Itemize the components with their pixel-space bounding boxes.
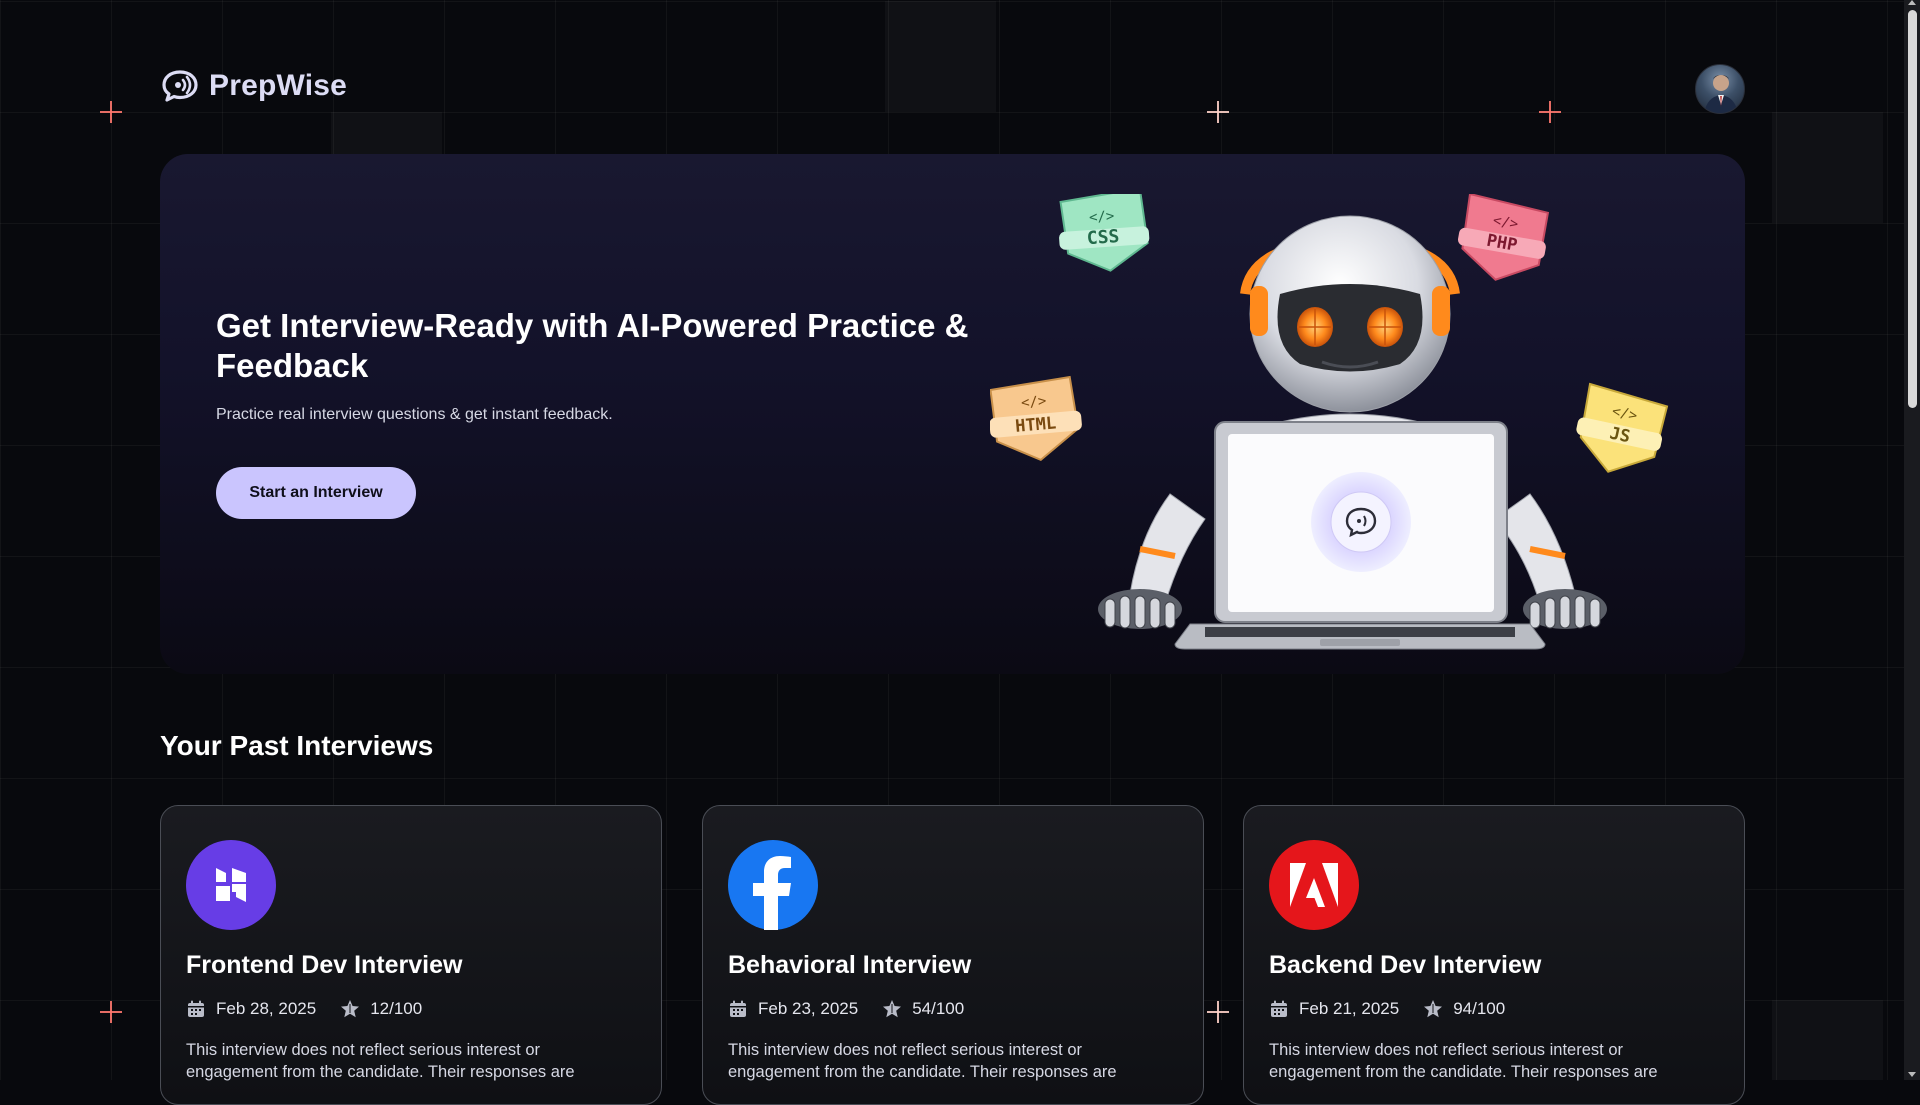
interview-meta: Feb 28, 2025 12/100	[186, 999, 446, 1019]
scroll-up-arrow-icon[interactable]	[1908, 0, 1916, 5]
calendar-icon	[188, 1000, 204, 1017]
interview-score: 94/100	[1423, 999, 1505, 1019]
interview-score-text: 94/100	[1453, 999, 1506, 1018]
calendar-icon	[1271, 1000, 1287, 1017]
hero-banner: Get Interview-Ready with AI-Powered Prac…	[160, 154, 1745, 674]
past-interviews-list: Frontend Dev Interview Feb 28, 2025 12/1…	[160, 805, 1745, 1105]
css-badge-icon: CSS </>	[1059, 194, 1150, 272]
interview-score-text: 12/100	[370, 999, 423, 1018]
adobe-logo-icon	[1269, 840, 1359, 930]
interview-title: Frontend Dev Interview	[186, 951, 463, 979]
interview-description: This interview does not reflect serious …	[186, 1041, 575, 1081]
svg-text:JS: JS	[1608, 423, 1632, 447]
brand-name: PrepWise	[209, 69, 348, 102]
star-icon	[883, 1000, 902, 1018]
chat-bubble-sound-icon	[162, 70, 198, 102]
scrollbar[interactable]	[1904, 0, 1920, 1080]
interview-card[interactable]: Frontend Dev Interview Feb 28, 2025 12/1…	[160, 805, 662, 1105]
hostinger-logo-icon	[186, 840, 276, 930]
interview-date-text: Feb 21, 2025	[1299, 999, 1400, 1018]
star-icon	[1424, 1000, 1443, 1018]
page: PrepWise Get Interview-Ready with AI-Pow…	[0, 0, 1904, 1105]
interview-date: Feb 21, 2025	[1269, 999, 1399, 1019]
robot-laptop-illustration: CSS </> PHP </> HTML </> JS </>	[990, 194, 1669, 650]
calendar-icon	[730, 1000, 746, 1017]
interview-date-text: Feb 23, 2025	[758, 999, 859, 1018]
svg-text:</>: </>	[1020, 393, 1047, 411]
scroll-down-arrow-icon[interactable]	[1908, 1072, 1916, 1077]
js-badge-icon: JS </>	[1576, 382, 1669, 473]
hero-subtitle: Practice real interview questions & get …	[216, 406, 613, 423]
interview-score: 12/100	[340, 999, 422, 1019]
interview-description: This interview does not reflect serious …	[728, 1041, 1117, 1081]
star-icon	[341, 1000, 360, 1018]
interview-card[interactable]: Behavioral Interview Feb 23, 2025 54/100…	[702, 805, 1204, 1105]
hero-title: Get Interview-Ready with AI-Powered Prac…	[216, 307, 969, 384]
html-badge-icon: HTML </>	[990, 375, 1082, 462]
past-interviews-heading: Your Past Interviews	[160, 730, 434, 761]
php-badge-icon: PHP </>	[1457, 194, 1550, 281]
interview-date-text: Feb 28, 2025	[216, 999, 317, 1018]
interview-title: Backend Dev Interview	[1269, 951, 1542, 979]
interview-title: Behavioral Interview	[728, 951, 972, 979]
interview-meta: Feb 21, 2025 94/100	[1269, 999, 1529, 1019]
navbar: PrepWise	[160, 64, 1745, 116]
brand-logo-link[interactable]: PrepWise	[160, 69, 347, 103]
svg-text:HTML: HTML	[1014, 413, 1057, 436]
avatar-icon	[1704, 75, 1738, 113]
interview-meta: Feb 23, 2025 54/100	[728, 999, 988, 1019]
start-interview-button[interactable]: Start an Interview	[216, 467, 416, 519]
interview-date: Feb 28, 2025	[186, 999, 316, 1019]
user-avatar[interactable]	[1695, 64, 1745, 114]
facebook-logo-icon	[728, 840, 818, 930]
svg-text:CSS: CSS	[1086, 226, 1120, 249]
svg-text:</>: </>	[1089, 208, 1115, 226]
scrollbar-thumb[interactable]	[1908, 10, 1917, 408]
interview-date: Feb 23, 2025	[728, 999, 858, 1019]
interview-card[interactable]: Backend Dev Interview Feb 21, 2025 94/10…	[1243, 805, 1745, 1105]
interview-description: This interview does not reflect serious …	[1269, 1041, 1658, 1081]
interview-score-text: 54/100	[912, 999, 965, 1018]
interview-score: 54/100	[882, 999, 964, 1019]
